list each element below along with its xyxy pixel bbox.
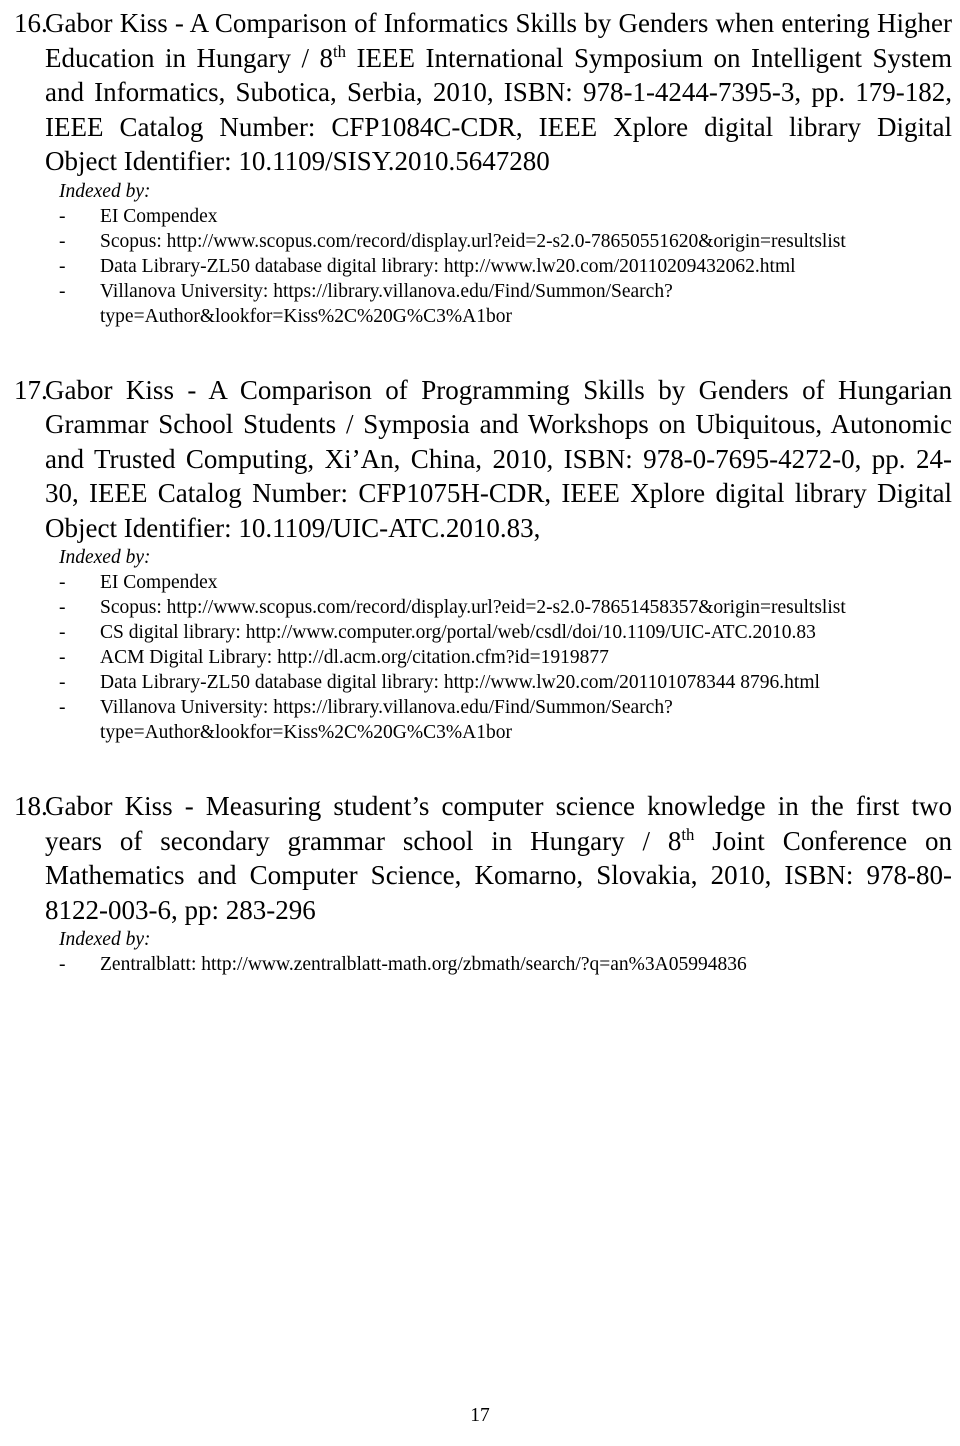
list-item: - EI Compendex <box>0 570 960 595</box>
indexed-by-list: - EI Compendex - Scopus: http://www.scop… <box>0 204 960 329</box>
entry-citation-text: Gabor Kiss - Measuring student’s compute… <box>45 789 956 927</box>
bullet-dash-icon: - <box>59 672 66 693</box>
indexed-by-label: Indexed by: <box>59 929 151 950</box>
index-source-text: Villanova University: https://library.vi… <box>100 280 673 327</box>
bullet-dash-icon: - <box>59 647 66 668</box>
ordinal-suffix: th <box>681 824 695 844</box>
list-item: - CS digital library: http://www.compute… <box>0 620 960 645</box>
document-page: 16. Gabor Kiss - A Comparison of Informa… <box>0 0 960 1446</box>
index-source-text: Scopus: http://www.scopus.com/record/dis… <box>100 230 846 252</box>
bullet-dash-icon: - <box>59 572 66 593</box>
index-source-text: EI Compendex <box>100 572 218 593</box>
bullet-dash-icon: - <box>59 954 66 975</box>
list-item: - Zentralblatt: http://www.zentralblatt-… <box>0 952 960 977</box>
citation-part-1: Gabor Kiss - A Comparison of Programming… <box>45 374 952 543</box>
entry-number: 18. <box>14 791 48 821</box>
list-item: - Data Library-ZL50 database digital lib… <box>0 670 960 695</box>
bullet-dash-icon: - <box>59 230 66 252</box>
bullet-dash-icon: - <box>59 597 66 618</box>
index-source-text: Data Library-ZL50 database digital libra… <box>100 672 820 693</box>
ordinal-suffix: th <box>332 41 347 61</box>
list-item: - ACM Digital Library: http://dl.acm.org… <box>0 645 960 670</box>
entry-citation-row: 17. Gabor Kiss - A Comparison of Program… <box>0 373 960 546</box>
bullet-dash-icon: - <box>59 697 66 718</box>
entry-citation-text: Gabor Kiss - A Comparison of Programming… <box>45 373 956 546</box>
indexed-by-list: - EI Compendex - Scopus: http://www.scop… <box>0 570 960 745</box>
entry-citation-row: 16. Gabor Kiss - A Comparison of Informa… <box>0 6 960 179</box>
bullet-dash-icon: - <box>59 255 66 277</box>
bullet-dash-icon: - <box>59 280 66 302</box>
list-item: - EI Compendex <box>0 204 960 229</box>
publication-entry-17: 17. Gabor Kiss - A Comparison of Program… <box>0 373 960 746</box>
list-item: - Villanova University: https://library.… <box>0 695 960 745</box>
index-source-text: Scopus: http://www.scopus.com/record/dis… <box>100 597 846 618</box>
entry-number: 16. <box>14 8 48 38</box>
entry-spacer <box>0 745 960 789</box>
list-item: - Scopus: http://www.scopus.com/record/d… <box>0 595 960 620</box>
index-source-text: Villanova University: https://library.vi… <box>100 697 673 743</box>
index-source-text: EI Compendex <box>100 205 218 227</box>
index-source-text: Data Library-ZL50 database digital libra… <box>100 255 796 277</box>
publication-entry-16: 16. Gabor Kiss - A Comparison of Informa… <box>0 6 960 329</box>
entry-number: 17. <box>14 374 48 405</box>
indexed-by-label: Indexed by: <box>59 547 151 568</box>
entry-citation-text: Gabor Kiss - A Comparison of Informatics… <box>45 6 956 179</box>
index-source-text: Zentralblatt: http://www.zentralblatt-ma… <box>100 954 747 975</box>
list-item: - Scopus: http://www.scopus.com/record/d… <box>0 229 960 254</box>
indexed-by-label: Indexed by: <box>59 180 151 202</box>
bullet-dash-icon: - <box>59 622 66 643</box>
index-source-text: ACM Digital Library: http://dl.acm.org/c… <box>100 647 609 668</box>
page-number-footer: 17 <box>470 1405 490 1426</box>
entry-spacer <box>0 329 960 373</box>
indexed-by-list: - Zentralblatt: http://www.zentralblatt-… <box>0 952 960 977</box>
entry-citation-row: 18. Gabor Kiss - Measuring student’s com… <box>0 789 960 927</box>
bullet-dash-icon: - <box>59 205 66 227</box>
publication-entry-18: 18. Gabor Kiss - Measuring student’s com… <box>0 789 960 977</box>
index-source-text: CS digital library: http://www.computer.… <box>100 622 816 643</box>
list-item: - Data Library-ZL50 database digital lib… <box>0 254 960 279</box>
list-item: - Villanova University: https://library.… <box>0 279 960 329</box>
